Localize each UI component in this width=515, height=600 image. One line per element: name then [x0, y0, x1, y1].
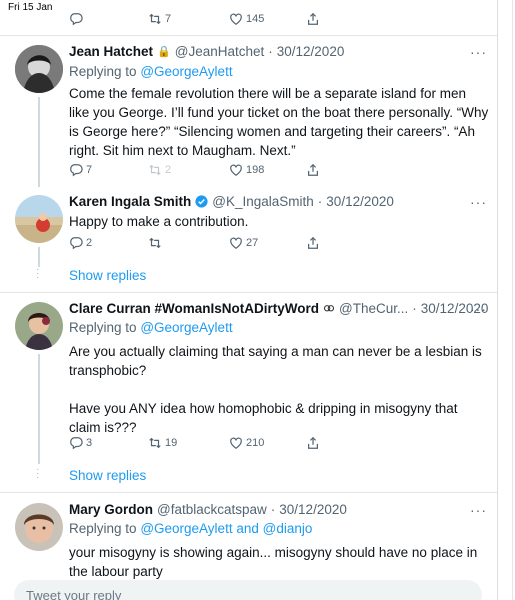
thread-dots: · · · [36, 264, 40, 283]
retweet-icon [149, 164, 161, 176]
avatar[interactable] [15, 302, 63, 350]
avatar[interactable] [15, 45, 63, 93]
show-replies-link[interactable]: Show replies [69, 468, 146, 483]
reply-icon [70, 164, 83, 177]
share-icon [308, 12, 318, 25]
like-button[interactable]: 198 [229, 163, 264, 177]
reply-count: 3 [86, 437, 93, 449]
lock-icon: 🔒 [157, 46, 171, 58]
tweet-text: Come the female revolution there will be… [69, 86, 492, 158]
tweet-action-bar: 7 2 198 [0, 161, 497, 179]
heart-icon [230, 437, 242, 449]
separator: · [268, 44, 273, 59]
reply-button[interactable]: 3 [69, 436, 92, 450]
like-button[interactable]: 145 [229, 12, 264, 26]
reply-count: 7 [86, 164, 93, 176]
display-name[interactable]: Jean Hatchet [69, 44, 153, 59]
reply-icon [70, 237, 83, 250]
tweet-text: Are you actually claiming that saying a … [69, 344, 482, 435]
replying-to-link[interactable]: @GeorgeAylett [140, 521, 232, 536]
tweet-header: Jean Hatchet 🔒 @JeanHatchet · 30/12/2020 [69, 44, 344, 59]
more-options-icon[interactable]: ··· [470, 194, 487, 210]
more-options-icon[interactable]: ··· [470, 44, 487, 60]
more-options-icon[interactable]: ··· [470, 502, 487, 518]
replying-to-link[interactable]: @GeorgeAylett [140, 320, 232, 335]
user-handle[interactable]: @TheCur... [339, 301, 408, 316]
like-button[interactable]: 27 [229, 236, 258, 250]
reply-icon [70, 437, 83, 450]
retweet-count: 7 [165, 13, 172, 25]
replying-to-link-2[interactable]: @dianjo [263, 521, 313, 536]
tweet-header: Clare Curran #WomanIsNotADirtyWord @TheC… [69, 301, 488, 316]
replying-to: Replying to @GeorgeAylett [69, 320, 233, 335]
tweet-date[interactable]: 30/12/2020 [279, 502, 347, 517]
reply-icon [70, 13, 83, 26]
retweet-button[interactable]: 2 [148, 163, 171, 177]
retweet-button[interactable]: 19 [148, 436, 177, 450]
display-name[interactable]: Mary Gordon [69, 502, 153, 517]
heart-icon [230, 164, 242, 176]
tweet-date[interactable]: 30/12/2020 [326, 194, 394, 209]
display-name[interactable]: Karen Ingala Smith [69, 194, 191, 209]
tweet-text: Happy to make a contribution. [69, 214, 249, 229]
share-icon [308, 436, 318, 449]
separator: · [317, 194, 323, 209]
show-replies-link[interactable]: Show replies [69, 268, 146, 283]
user-handle[interactable]: @JeanHatchet [175, 44, 265, 59]
like-button[interactable]: 210 [229, 436, 264, 450]
retweet-count: 19 [165, 437, 178, 449]
tweet-divider [0, 492, 497, 493]
share-button[interactable] [306, 12, 320, 26]
reply-button[interactable]: 7 [69, 163, 92, 177]
reply-button[interactable]: 2 [69, 236, 92, 250]
reply-button[interactable] [69, 12, 83, 26]
retweet-button[interactable]: 7 [148, 12, 171, 26]
display-name[interactable]: Clare Curran #WomanIsNotADirtyWord [69, 301, 319, 316]
thread-dots: · · · [36, 464, 40, 483]
column-border-outer [512, 0, 513, 600]
top-action-bar: 7 145 [0, 10, 497, 28]
share-button[interactable] [306, 436, 320, 450]
like-count: 210 [246, 437, 265, 449]
tweet-header: Karen Ingala Smith @K_IngalaSmith · 30/1… [69, 194, 394, 209]
more-options-icon[interactable]: ··· [470, 301, 487, 317]
reply-compose-input[interactable]: Tweet your reply [14, 580, 482, 600]
tweet-action-bar: 2 27 [0, 234, 497, 252]
ribbon-icon [324, 304, 335, 311]
share-icon [308, 163, 318, 176]
share-button[interactable] [306, 236, 320, 250]
tweet-text: your misogyny is showing again... misogy… [69, 545, 481, 579]
retweet-icon [149, 437, 161, 449]
column-border [497, 0, 498, 600]
tweet-divider [0, 35, 497, 36]
separator: · [270, 502, 276, 517]
verified-badge-icon [195, 195, 208, 208]
tweet-header: Mary Gordon @fatblackcatspaw · 30/12/202… [69, 502, 347, 517]
like-count: 27 [246, 237, 259, 249]
retweet-button[interactable] [148, 236, 162, 250]
replying-to-link[interactable]: @GeorgeAylett [140, 64, 232, 79]
like-count: 198 [246, 164, 265, 176]
tweet-date[interactable]: 30/12/2020 [277, 44, 345, 59]
tweet-action-bar: 3 19 210 [0, 434, 497, 452]
compose-placeholder: Tweet your reply [26, 588, 122, 600]
separator: · [412, 301, 417, 316]
like-count: 145 [246, 13, 265, 25]
replying-to: Replying to @GeorgeAylett [69, 64, 233, 79]
tweet-divider [0, 292, 497, 293]
retweet-icon [149, 237, 161, 249]
heart-icon [230, 237, 242, 249]
retweet-icon [149, 13, 161, 25]
user-handle[interactable]: @fatblackcatspaw [157, 502, 267, 517]
share-icon [308, 236, 318, 249]
replying-to: Replying to @GeorgeAylett and @dianjo [69, 521, 313, 536]
avatar[interactable] [15, 503, 63, 551]
user-handle[interactable]: @K_IngalaSmith [212, 194, 314, 209]
retweet-count: 2 [165, 164, 172, 176]
share-button[interactable] [306, 163, 320, 177]
heart-icon [230, 13, 242, 25]
reply-count: 2 [86, 237, 93, 249]
